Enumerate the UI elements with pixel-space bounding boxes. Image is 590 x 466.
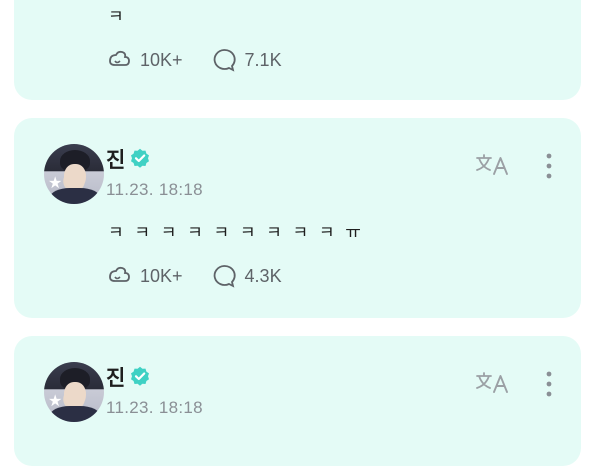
star-icon: ★ — [48, 393, 63, 410]
translate-icon[interactable] — [474, 370, 510, 394]
post-card[interactable]: ㅋ 10K+ 7.1K — [14, 0, 581, 100]
verified-badge-icon — [131, 366, 149, 386]
post-text: ㅋ — [108, 7, 127, 26]
star-icon: ★ — [48, 175, 63, 192]
comment-icon[interactable] — [211, 263, 237, 289]
post-card[interactable]: ★ 진 11.23. 18:18 — [14, 336, 581, 466]
translate-icon[interactable] — [474, 152, 510, 176]
author-name[interactable]: 진 — [106, 144, 125, 174]
like-icon[interactable] — [106, 263, 132, 289]
post-stats: 10K+ 7.1K — [106, 47, 310, 73]
post-timestamp: 11.23. 18:18 — [106, 398, 203, 417]
avatar[interactable]: ★ — [44, 144, 104, 204]
verified-badge-icon — [131, 148, 149, 168]
post-timestamp: 11.23. 18:18 — [106, 180, 203, 199]
comment-count: 4.3K — [244, 265, 282, 286]
comment-icon[interactable] — [211, 47, 237, 73]
more-options-icon[interactable] — [544, 370, 554, 398]
comment-count: 7.1K — [244, 49, 282, 70]
post-stats: 10K+ 4.3K — [106, 263, 310, 289]
like-count: 10K+ — [140, 49, 183, 70]
author-name[interactable]: 진 — [106, 362, 125, 392]
like-icon[interactable] — [106, 47, 132, 73]
like-count: 10K+ — [140, 265, 183, 286]
post-text: ㅋ ㅋ ㅋ ㅋ ㅋ ㅋ ㅋ ㅋ ㅋ ㅠ — [108, 223, 364, 242]
post-card[interactable]: ★ 진 11.23. 18:18 ㅋ ㅋ ㅋ ㅋ ㅋ ㅋ ㅋ ㅋ ㅋ ㅠ 10K… — [14, 118, 581, 318]
avatar[interactable]: ★ — [44, 362, 104, 422]
more-options-icon[interactable] — [544, 152, 554, 180]
